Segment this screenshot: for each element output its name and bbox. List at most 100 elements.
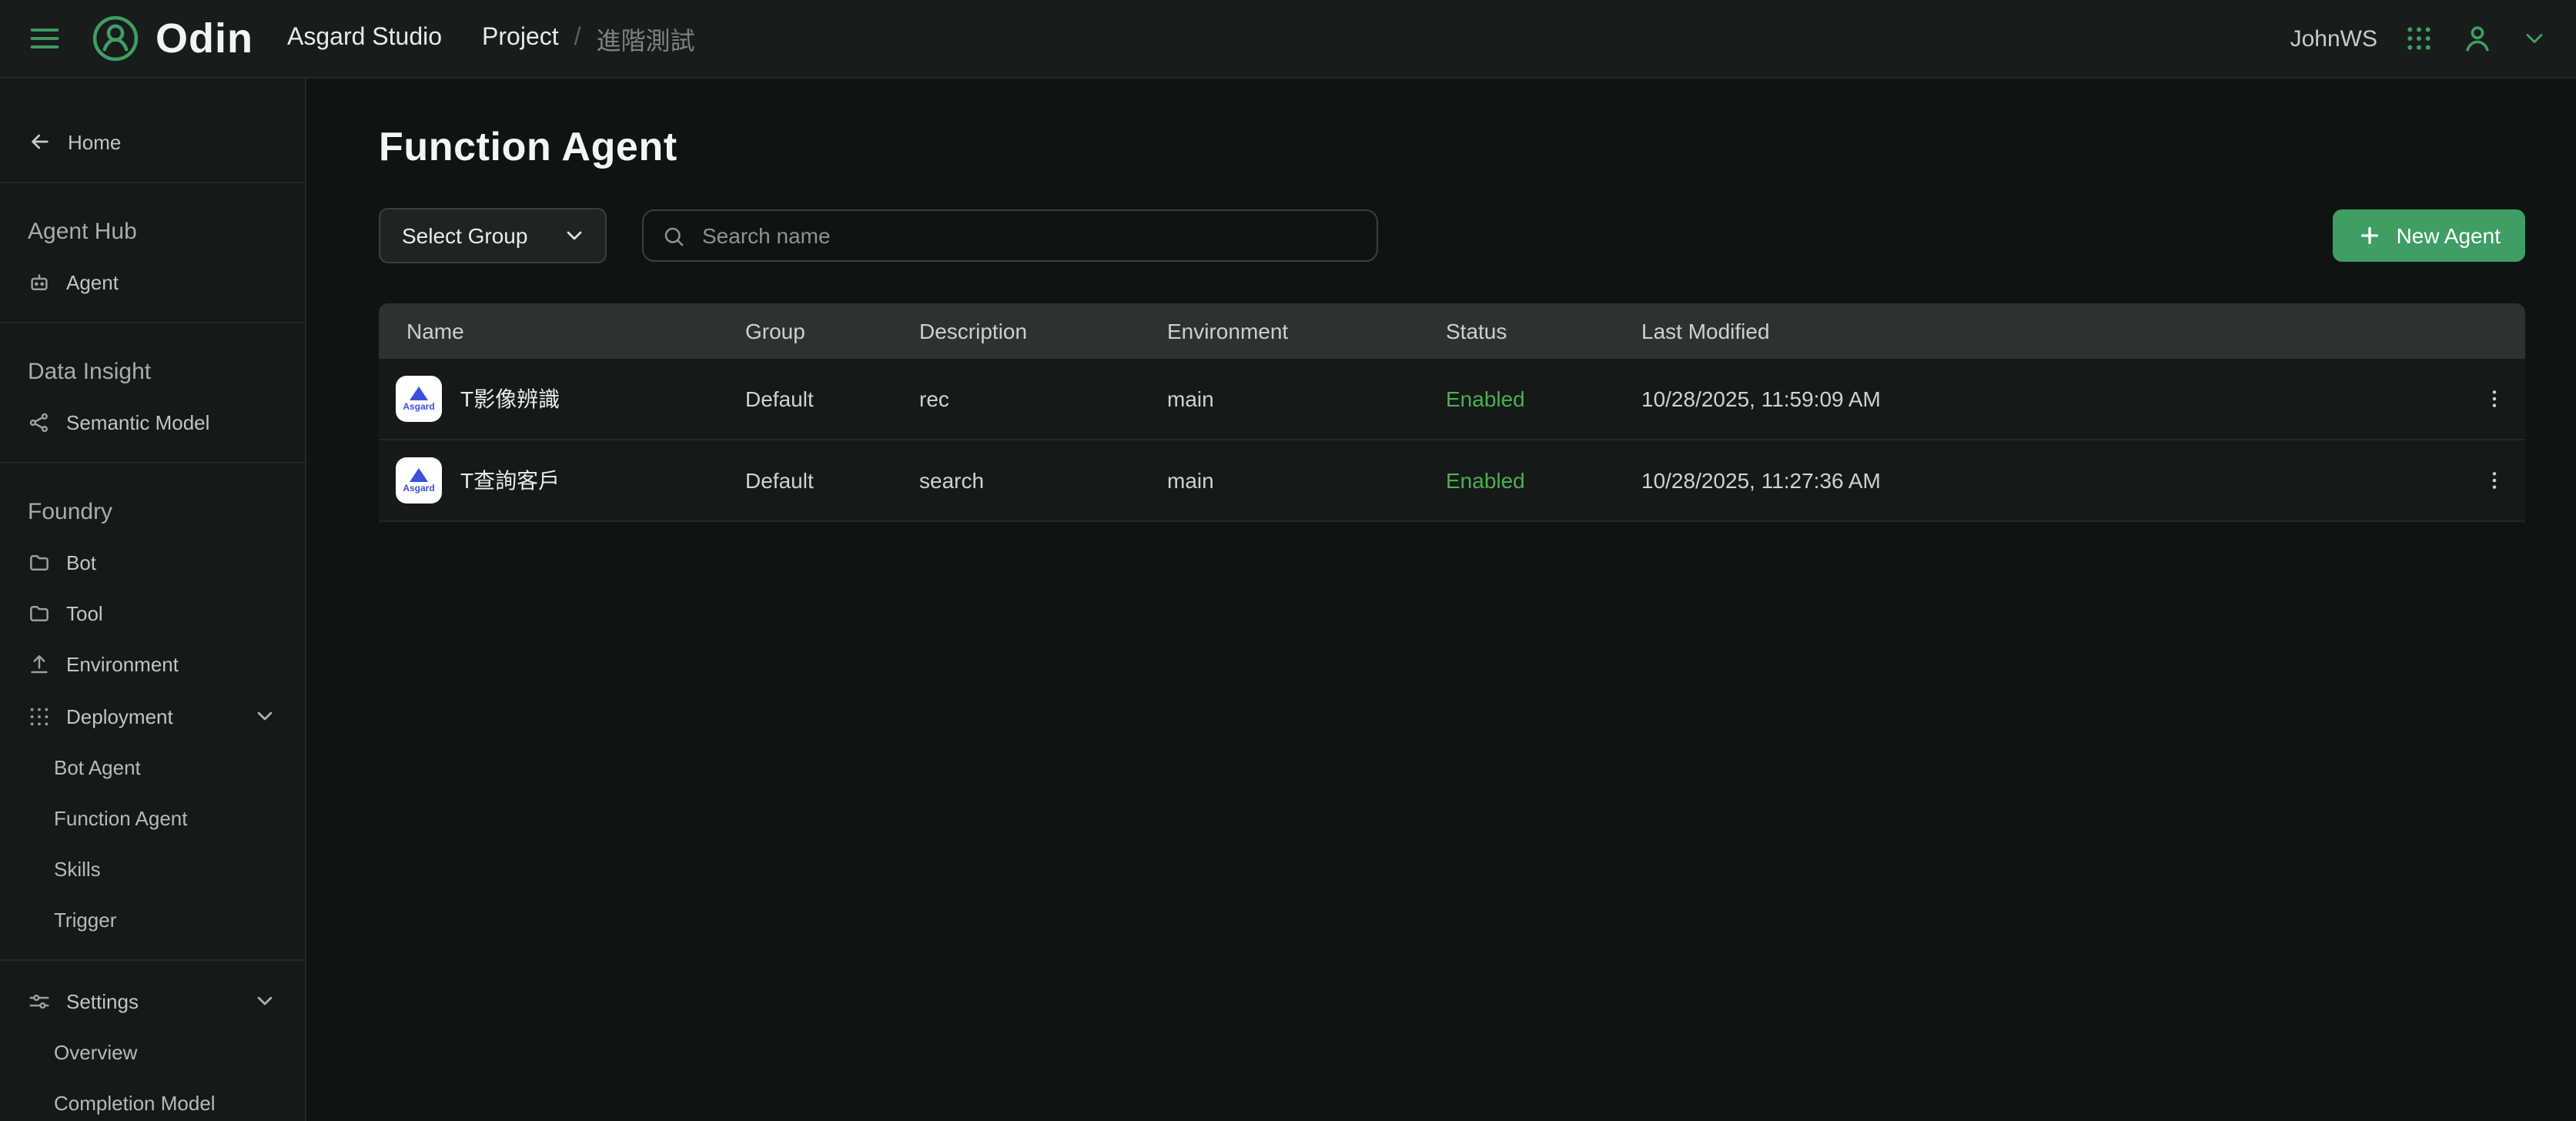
sidebar-divider xyxy=(0,182,305,183)
sidebar-divider xyxy=(0,322,305,323)
breadcrumb-project[interactable]: Project xyxy=(482,25,559,52)
search-box xyxy=(642,209,1378,262)
sidebar-divider xyxy=(0,959,305,961)
sidebar-item-settings[interactable]: Settings xyxy=(0,975,305,1027)
column-header-environment: Environment xyxy=(1167,319,1446,343)
app-logo[interactable]: Odin xyxy=(89,12,253,65)
sidebar-home-label: Home xyxy=(68,130,121,153)
sidebar: Home Agent Hub Agent Data Insight Semant… xyxy=(0,79,306,1121)
agent-icon xyxy=(28,271,51,294)
table-row[interactable]: Asgard T影像辨識 Default rec main Enabled 10… xyxy=(379,359,2525,440)
odin-logo-icon xyxy=(89,12,142,65)
apps-grid-icon[interactable] xyxy=(2404,23,2434,54)
arrow-left-icon xyxy=(28,129,52,154)
semantic-model-icon xyxy=(28,411,51,434)
agent-group: Default xyxy=(745,386,919,411)
sidebar-item-deployment[interactable]: Deployment xyxy=(0,690,305,742)
new-agent-button[interactable]: New Agent xyxy=(2333,209,2525,262)
user-menu-chevron-icon[interactable] xyxy=(2521,25,2548,52)
agent-name-cell: Asgard T影像辨識 xyxy=(379,376,745,422)
asgard-triangle-icon xyxy=(410,386,428,400)
breadcrumb: Project / 進階測試 xyxy=(482,20,695,57)
app-body: Home Agent Hub Agent Data Insight Semant… xyxy=(0,79,2576,1121)
column-header-status: Status xyxy=(1446,319,1641,343)
sidebar-deployment-label: Deployment xyxy=(66,704,173,728)
agents-table: Name Group Description Environment Statu… xyxy=(379,303,2525,522)
sliders-icon xyxy=(28,989,51,1012)
page-title: Function Agent xyxy=(379,123,2525,171)
sidebar-item-home[interactable]: Home xyxy=(0,115,305,168)
topbar: Odin Asgard Studio Project / 進階測試 JohnWS xyxy=(0,0,2576,79)
upload-icon xyxy=(28,653,51,676)
search-input[interactable] xyxy=(699,222,1358,249)
sidebar-item-completion-model[interactable]: Completion Model xyxy=(0,1078,305,1121)
sidebar-tool-label: Tool xyxy=(66,602,103,625)
agent-environment: main xyxy=(1167,468,1446,493)
table-row[interactable]: Asgard T查詢客戶 Default search main Enabled… xyxy=(379,440,2525,522)
breadcrumb-current-project[interactable]: 進階測試 xyxy=(597,20,695,57)
chevron-down-icon xyxy=(253,989,277,1013)
sidebar-item-agent[interactable]: Agent xyxy=(0,257,305,308)
main-content: Function Agent Select Group xyxy=(306,79,2576,1121)
agent-description: rec xyxy=(919,386,1167,411)
chevron-down-icon xyxy=(253,704,277,728)
sidebar-item-semantic-model[interactable]: Semantic Model xyxy=(0,397,305,448)
sidebar-item-overview[interactable]: Overview xyxy=(0,1027,305,1078)
agent-last-modified: 10/28/2025, 11:27:36 AM xyxy=(1641,468,2464,493)
sidebar-item-tool[interactable]: Tool xyxy=(0,588,305,639)
chevron-down-icon xyxy=(562,223,587,248)
breadcrumb-separator: / xyxy=(574,25,581,52)
sidebar-item-environment[interactable]: Environment xyxy=(0,639,305,690)
asgard-app-icon: Asgard xyxy=(396,457,442,504)
sidebar-divider xyxy=(0,462,305,463)
column-header-description: Description xyxy=(919,319,1167,343)
agent-name: T影像辨識 xyxy=(460,383,560,414)
username: JohnWS xyxy=(2290,25,2377,52)
app-root: Odin Asgard Studio Project / 進階測試 JohnWS xyxy=(0,0,2576,1121)
controls-row: Select Group New Agent xyxy=(379,208,2525,263)
asgard-icon-label: Asgard xyxy=(403,484,434,494)
sidebar-agent-label: Agent xyxy=(66,271,119,294)
sidebar-section-agent-hub: Agent Hub xyxy=(0,197,305,257)
asgard-triangle-icon xyxy=(410,467,428,481)
sidebar-environment-label: Environment xyxy=(66,653,179,676)
agent-description: search xyxy=(919,468,1167,493)
agent-name-cell: Asgard T查詢客戶 xyxy=(379,457,745,504)
sidebar-section-data-insight: Data Insight xyxy=(0,337,305,397)
asgard-app-icon: Asgard xyxy=(396,376,442,422)
agent-environment: main xyxy=(1167,386,1446,411)
sidebar-semantic-model-label: Semantic Model xyxy=(66,411,209,434)
table-header-row: Name Group Description Environment Statu… xyxy=(379,303,2525,359)
column-header-last-modified: Last Modified xyxy=(1641,319,2464,343)
agent-last-modified: 10/28/2025, 11:59:09 AM xyxy=(1641,386,2464,411)
row-actions-kebab-icon[interactable] xyxy=(2464,385,2525,413)
column-header-group: Group xyxy=(745,319,919,343)
select-group-label: Select Group xyxy=(402,223,527,248)
studio-name: Asgard Studio xyxy=(287,25,442,52)
asgard-icon-label: Asgard xyxy=(403,403,434,412)
sidebar-item-trigger[interactable]: Trigger xyxy=(0,895,305,945)
folder-icon xyxy=(28,602,51,625)
folder-icon xyxy=(28,551,51,574)
new-agent-label: New Agent xyxy=(2397,223,2501,248)
sidebar-settings-label: Settings xyxy=(66,989,139,1012)
sidebar-section-foundry: Foundry xyxy=(0,477,305,537)
search-icon xyxy=(662,224,685,247)
sidebar-item-bot-agent[interactable]: Bot Agent xyxy=(0,742,305,793)
sidebar-item-skills[interactable]: Skills xyxy=(0,844,305,895)
sidebar-item-function-agent[interactable]: Function Agent xyxy=(0,793,305,844)
column-header-name: Name xyxy=(379,319,745,343)
select-group-dropdown[interactable]: Select Group xyxy=(379,208,607,263)
sidebar-bot-label: Bot xyxy=(66,551,96,574)
topbar-right: JohnWS xyxy=(2290,22,2548,55)
row-actions-kebab-icon[interactable] xyxy=(2464,467,2525,494)
user-avatar-icon[interactable] xyxy=(2461,22,2494,55)
status-badge: Enabled xyxy=(1446,386,1641,411)
status-badge: Enabled xyxy=(1446,468,1641,493)
agent-group: Default xyxy=(745,468,919,493)
plus-icon xyxy=(2358,223,2383,248)
menu-icon[interactable] xyxy=(28,22,62,55)
app-name: Odin xyxy=(156,15,253,62)
sidebar-item-bot[interactable]: Bot xyxy=(0,537,305,588)
grid-dots-icon xyxy=(28,704,51,728)
